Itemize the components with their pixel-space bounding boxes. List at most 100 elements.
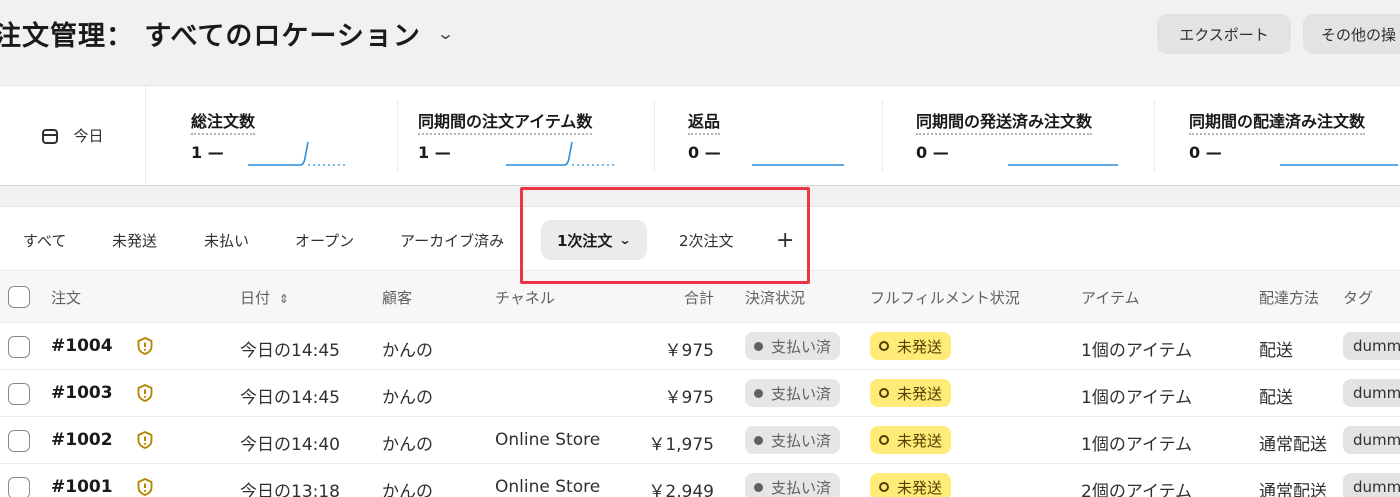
order-date: 今日の14:45 xyxy=(240,388,340,408)
metric-label: 同期間の配達済み注文数 xyxy=(1189,108,1366,135)
export-button[interactable]: エクスポート xyxy=(1157,14,1291,54)
metric-divider xyxy=(1154,100,1155,172)
item-count[interactable]: 1個のアイテム xyxy=(1081,336,1192,361)
metric-divider xyxy=(882,100,883,172)
status-dot-icon xyxy=(754,388,763,398)
order-number[interactable]: #1004 xyxy=(51,336,113,356)
item-count[interactable]: 1個のアイテム xyxy=(1081,383,1192,408)
badge-label: 支払い済 xyxy=(771,431,832,450)
customer-name: かんの xyxy=(382,341,433,361)
tab-label: 1次注文 xyxy=(557,231,613,250)
fulfillment-status-badge: 未発送 xyxy=(870,332,952,360)
status-ring-icon xyxy=(879,482,889,492)
badge-label: 未発送 xyxy=(897,431,943,450)
delivery-method: 通常配送 xyxy=(1259,435,1327,455)
column-customer[interactable]: 顧客 xyxy=(382,287,412,308)
tab-all[interactable]: すべて xyxy=(23,220,66,260)
row-checkbox[interactable] xyxy=(8,383,30,405)
tab-primary-orders[interactable]: 1次注文 ⌄ xyxy=(541,220,647,260)
status-ring-icon xyxy=(879,341,889,351)
order-number[interactable]: #1002 xyxy=(51,430,113,450)
order-number[interactable]: #1001 xyxy=(51,477,113,497)
tab-unpaid[interactable]: 未払い xyxy=(204,220,249,260)
column-delivery-method[interactable]: 配達方法 xyxy=(1259,287,1319,308)
fulfillment-status-badge: 未発送 xyxy=(870,426,952,454)
item-count[interactable]: 2個のアイテム xyxy=(1081,477,1192,497)
delivery-method: 通常配送 xyxy=(1259,482,1327,497)
row-checkbox[interactable] xyxy=(8,430,30,452)
sparkline-delivered xyxy=(1280,164,1398,166)
risk-alert-icon[interactable] xyxy=(135,383,155,403)
table-row[interactable]: #1001 今日の13:18 かんの Online Store ￥2,949 支… xyxy=(0,464,1400,497)
badge-label: 支払い済 xyxy=(771,384,832,403)
metric-divider xyxy=(654,100,655,172)
orders-page: 注文管理： すべてのロケーション ⌄ エクスポート その他の操 今日 総注文数 … xyxy=(0,0,1400,497)
badge-label: 支払い済 xyxy=(771,478,832,497)
metric-label: 同期間の発送済み注文数 xyxy=(916,108,1093,135)
risk-alert-icon[interactable] xyxy=(135,477,155,497)
view-tabs: すべて 未発送 未払い オープン アーカイブ済み 1次注文 ⌄ 2次注文 + xyxy=(0,207,1400,271)
tab-unfulfilled[interactable]: 未発送 xyxy=(112,220,157,260)
table-row[interactable]: #1003 今日の14:45 かんの ￥975 支払い済 未発送 1個のアイテム… xyxy=(0,370,1400,417)
chevron-down-icon: ⌄ xyxy=(618,233,633,247)
tab-archived[interactable]: アーカイブ済み xyxy=(400,220,504,260)
order-tag: dumm xyxy=(1343,426,1400,454)
metric-value: 0 — xyxy=(688,143,721,162)
sales-channel: Online Store xyxy=(495,477,601,497)
row-checkbox[interactable] xyxy=(8,336,30,358)
location-selector[interactable]: 注文管理： すべてのロケーション ⌄ xyxy=(0,14,455,53)
column-order[interactable]: 注文 xyxy=(51,287,81,308)
add-view-button[interactable]: + xyxy=(776,220,794,260)
more-actions-button[interactable]: その他の操 xyxy=(1303,14,1400,54)
column-channel[interactable]: チャネル xyxy=(495,287,555,308)
row-checkbox[interactable] xyxy=(8,477,30,497)
item-count[interactable]: 1個のアイテム xyxy=(1081,430,1192,455)
orders-card: すべて 未発送 未払い オープン アーカイブ済み 1次注文 ⌄ 2次注文 + 注… xyxy=(0,207,1400,497)
fulfillment-status-badge: 未発送 xyxy=(870,379,952,407)
metric-value: 1 — xyxy=(191,143,224,162)
column-date[interactable]: 日付 ⇕ xyxy=(240,287,289,308)
table-row[interactable]: #1004 今日の14:45 かんの ￥975 支払い済 未発送 1個のアイテム… xyxy=(0,323,1400,370)
column-fulfillment-status[interactable]: フルフィルメント状況 xyxy=(870,287,1020,308)
select-all-checkbox[interactable] xyxy=(8,286,30,308)
badge-label: 未発送 xyxy=(897,337,943,356)
risk-alert-icon[interactable] xyxy=(135,336,155,356)
status-ring-icon xyxy=(879,388,889,398)
fulfillment-status-badge: 未発送 xyxy=(870,473,952,497)
date-range-picker[interactable]: 今日 xyxy=(0,86,146,185)
column-items[interactable]: アイテム xyxy=(1081,287,1140,308)
sales-channel: Online Store xyxy=(495,430,601,450)
status-dot-icon xyxy=(754,435,763,445)
column-payment-status[interactable]: 決済状況 xyxy=(745,287,805,308)
risk-alert-icon[interactable] xyxy=(135,430,155,450)
tab-secondary-orders[interactable]: 2次注文 xyxy=(679,220,734,260)
metrics-bar: 今日 総注文数 1 — 同期間の注文アイテム数 1 — 返品 0 — 同期間の発… xyxy=(0,86,1400,185)
status-dot-icon xyxy=(754,482,763,492)
tab-open[interactable]: オープン xyxy=(295,220,354,260)
badge-label: 未発送 xyxy=(897,384,943,403)
order-tag: dumm xyxy=(1343,379,1400,407)
sparkline-order-items xyxy=(506,141,614,166)
metric-divider xyxy=(397,100,398,172)
sparkline-total-orders xyxy=(248,141,348,166)
column-total[interactable]: 合計 xyxy=(668,287,714,308)
order-total: ￥1,975 xyxy=(648,435,714,455)
order-total: ￥975 xyxy=(664,388,714,408)
metric-label: 同期間の注文アイテム数 xyxy=(418,108,593,135)
payment-status-badge: 支払い済 xyxy=(745,379,841,407)
order-number[interactable]: #1003 xyxy=(51,383,113,403)
column-tags[interactable]: タグ xyxy=(1343,287,1373,308)
table-header: 注文 日付 ⇕ 顧客 チャネル 合計 決済状況 フルフィルメント状況 アイテム … xyxy=(0,271,1400,323)
table-row[interactable]: #1002 今日の14:40 かんの Online Store ￥1,975 支… xyxy=(0,417,1400,464)
sparkline-returns xyxy=(752,164,844,166)
customer-name: かんの xyxy=(382,388,433,408)
status-dot-icon xyxy=(754,341,763,351)
metric-value: 1 — xyxy=(418,143,451,162)
page-header: 注文管理： すべてのロケーション ⌄ エクスポート その他の操 xyxy=(0,0,1400,70)
sparkline-shipped xyxy=(1008,164,1118,166)
badge-label: 支払い済 xyxy=(771,337,832,356)
customer-name: かんの xyxy=(382,482,433,497)
date-range-label: 今日 xyxy=(73,127,104,145)
metric-label: 返品 xyxy=(688,108,721,135)
column-date-label: 日付 xyxy=(240,289,271,307)
